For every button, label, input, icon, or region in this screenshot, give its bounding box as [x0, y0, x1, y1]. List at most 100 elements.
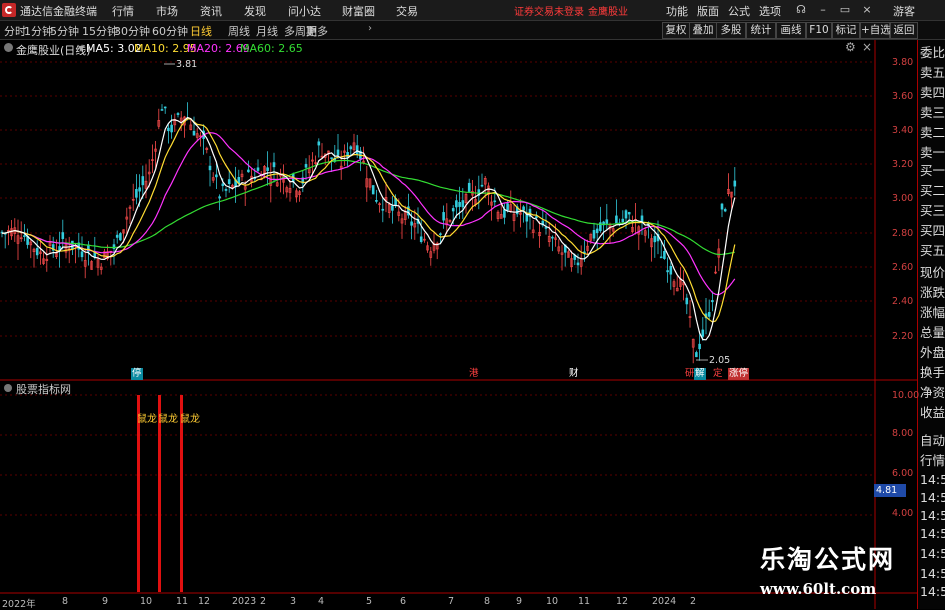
candle-body [458, 201, 461, 207]
x-tick-label: 2024 [652, 596, 677, 607]
x-tick-label: 6 [400, 596, 407, 607]
x-tick-label: 9 [102, 596, 109, 607]
candle-body [170, 124, 173, 133]
x-tick-label: 8 [62, 596, 69, 607]
toolbar-button-6[interactable]: 标记 [832, 22, 860, 39]
right-panel-item-9: 买四 [920, 223, 945, 238]
candle-body [733, 180, 737, 187]
x-tick-label: 8 [484, 596, 491, 607]
right-panel-item-11: 现价 [920, 265, 945, 280]
ma5-line [1, 116, 736, 341]
menu-item-wealth[interactable]: 财富圈 [342, 3, 375, 19]
right-panel-item-19: 自动 [920, 433, 945, 448]
candle-body [80, 251, 84, 258]
nav-function[interactable]: 功能 [666, 3, 688, 19]
event-marker-6[interactable]: 涨停 [728, 368, 750, 380]
app-title: 通达信金融终端 [20, 5, 97, 18]
menu-item-ask[interactable]: 问小达 [288, 3, 321, 19]
candle-body [336, 149, 340, 156]
y-tick-label: 2.20 [892, 331, 914, 342]
event-marker-2[interactable]: 财 [568, 368, 580, 380]
headset-icon[interactable]: ☊ [792, 2, 810, 17]
event-marker-5[interactable]: 定 [712, 368, 724, 380]
candle-body [720, 203, 724, 210]
right-panel-item-14: 总量 [920, 325, 945, 340]
event-marker-4[interactable]: 解 [694, 368, 706, 380]
candle-body [317, 141, 321, 146]
sub-y-tick-label: 4.00 [892, 508, 914, 519]
watermark-title: 乐淘公式网 [760, 545, 896, 574]
minimize-icon[interactable]: – [814, 2, 832, 17]
period-tab-10[interactable]: 更多 [306, 23, 328, 39]
right-panel-item-15: 外盘 [920, 345, 945, 360]
nav-options[interactable]: 选项 [759, 3, 781, 19]
period-tab-5[interactable]: 60分钟 [152, 23, 188, 39]
candle-body [621, 218, 625, 223]
candle-body [544, 227, 548, 229]
right-panel-item-26: 14:5 [920, 566, 945, 581]
menu-item-discover[interactable]: 发现 [244, 3, 266, 19]
menu-item-quotes[interactable]: 行情 [112, 3, 134, 19]
nav-formula[interactable]: 公式 [728, 3, 750, 19]
more-chevron-icon[interactable]: › [368, 23, 372, 34]
right-panel-item-0: 委比 [920, 45, 945, 60]
period-tab-2[interactable]: 5分钟 [50, 23, 79, 39]
toolbar-button-8[interactable]: 返回 [890, 22, 918, 39]
right-panel-item-17: 净资 [920, 385, 945, 400]
y-tick-label: 3.00 [892, 193, 914, 204]
period-tab-4[interactable]: 30分钟 [114, 23, 150, 39]
right-panel-item-6: 买一 [920, 163, 945, 178]
period-tab-1[interactable]: 1分钟 [24, 23, 53, 39]
current-stock-name: 金鹰股业 [588, 7, 628, 18]
toolbar-button-0[interactable]: 复权 [662, 22, 690, 39]
right-panel-item-22: 14:5 [920, 490, 945, 505]
right-panel-item-2: 卖四 [920, 85, 945, 100]
trade-login-warning[interactable]: 证券交易未登录 [514, 3, 584, 18]
guest-login[interactable]: 游客 [893, 3, 915, 19]
candle-body [346, 152, 349, 158]
sub-y-tick-label: 10.00 [892, 390, 920, 401]
toolbar-button-7[interactable]: +自选 [860, 22, 891, 39]
period-tab-7[interactable]: 周线 [228, 23, 250, 39]
candle-body [522, 206, 525, 211]
candle-body [371, 185, 375, 195]
candle-body [410, 221, 413, 226]
high-price-label: 3.81 [176, 59, 198, 70]
candle-body [163, 106, 167, 109]
candle-body [503, 209, 506, 218]
candle-body [480, 184, 484, 187]
toolbar-button-4[interactable]: 画线 [776, 22, 806, 39]
candle-body [451, 208, 455, 212]
close-icon[interactable]: × [858, 2, 876, 17]
chart-canvas[interactable] [0, 40, 917, 609]
toolbar-button-3[interactable]: 统计 [746, 22, 776, 39]
restore-icon[interactable]: ▭ [836, 2, 854, 17]
toolbar-button-5[interactable]: F10 [806, 22, 832, 39]
candle-body [218, 196, 221, 199]
right-panel-item-3: 卖三 [920, 105, 945, 120]
candle-body [35, 248, 39, 256]
period-tab-8[interactable]: 月线 [256, 23, 278, 39]
sub-settings-icon[interactable] [4, 384, 12, 392]
event-marker-0[interactable]: 停 [131, 368, 143, 380]
nav-layout[interactable]: 版面 [697, 3, 719, 19]
event-marker-1[interactable]: 港 [468, 368, 480, 380]
period-tab-0[interactable]: 分时 [4, 23, 26, 39]
candle-body [119, 233, 122, 241]
toolbar-button-2[interactable]: 多股 [716, 22, 746, 39]
candle-body [535, 216, 538, 219]
menu-item-market[interactable]: 市场 [156, 3, 178, 19]
toolbar-button-1[interactable]: 叠加 [689, 22, 717, 39]
current-value-badge: 4.81 [874, 484, 906, 497]
menu-item-news[interactable]: 资讯 [200, 3, 222, 19]
low-price-label: 2.05 [709, 355, 731, 366]
period-tab-6[interactable]: 日线 [190, 23, 212, 39]
candle-body [506, 203, 509, 211]
right-panel-item-1: 卖五 [920, 65, 945, 80]
period-tab-3[interactable]: 15分钟 [82, 23, 118, 39]
candle-body [381, 208, 385, 211]
x-tick-label: 12 [198, 596, 211, 607]
candle-body [711, 300, 714, 303]
menu-item-trade[interactable]: 交易 [396, 3, 418, 19]
candle-body [221, 183, 225, 187]
